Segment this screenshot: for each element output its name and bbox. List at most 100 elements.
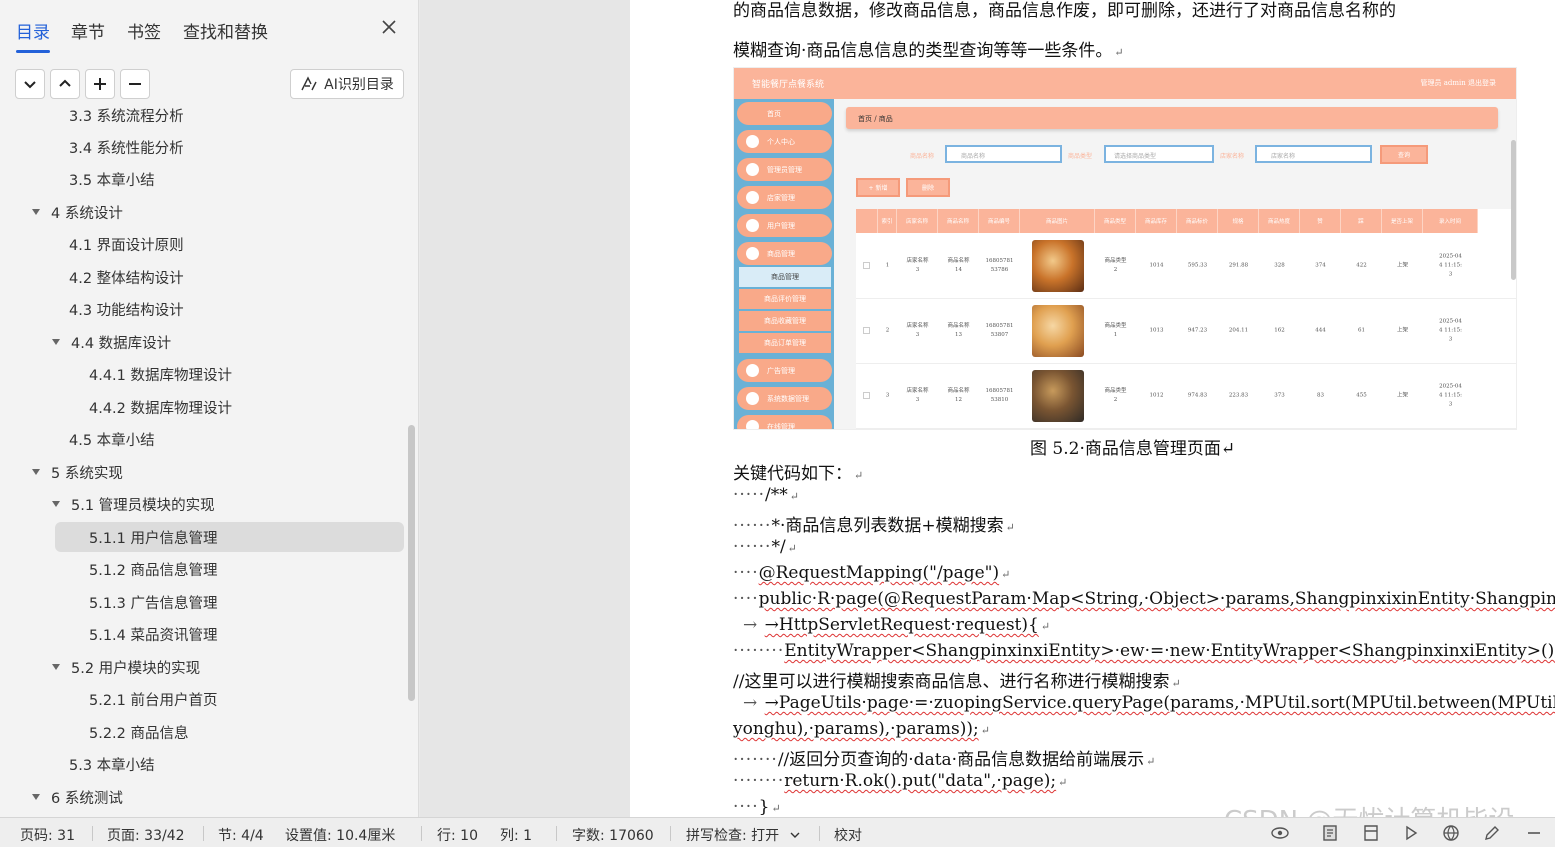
paragraph-mark-icon: ↵ (854, 469, 864, 482)
toc-item[interactable]: 4.2 整体结构设计 (69, 262, 184, 292)
figure-table-cell: 947.23 (1187, 327, 1208, 334)
status-separator (819, 826, 820, 841)
status-separator (92, 826, 93, 841)
layout-icon[interactable] (1361, 823, 1381, 843)
figure-table-cell: 2025-04 4 11:15: 3 (1439, 383, 1462, 408)
status-word-count[interactable]: 字数: 17060 (572, 825, 654, 845)
ai-toc-button[interactable]: AI识别目录 (290, 69, 404, 99)
menu-icon (746, 247, 759, 260)
code-line[interactable]: ········return·R.ok().put("data",·page);… (733, 771, 1067, 791)
toc-item[interactable]: 5.1 管理员模块的实现 (51, 489, 215, 519)
code-line[interactable]: ·······//返回分页查询的·data·商品信息数据给前端展示 ↵ (733, 745, 1155, 770)
paragraph-mark-icon: ↵ (1146, 755, 1156, 768)
expand-arrow-icon[interactable] (51, 662, 61, 672)
figure-column-header: 商品图片 (1020, 209, 1095, 233)
toc-item[interactable]: 4.5 本章小结 (69, 424, 155, 454)
code-text: //这里可以进行模糊搜索商品信息、进行名称进行模糊搜索 (733, 672, 1170, 692)
figure-caption[interactable]: 图 5.2·商品信息管理页面↵ (1030, 434, 1235, 459)
figure-menu-item: 首页 (737, 102, 832, 125)
status-line[interactable]: 行: 10 (437, 825, 478, 845)
figure-table-cell: 商品名称 12 (947, 388, 970, 403)
code-line[interactable]: → →PageUtils·page·=·zuopingService.query… (743, 693, 1555, 713)
menu-icon (746, 392, 759, 405)
paragraph-mark-icon: ↵ (1114, 46, 1124, 59)
code-line[interactable]: ·····/** ↵ (733, 485, 799, 505)
status-spell-check[interactable]: 拼写检查: 打开 (686, 825, 800, 845)
document-page[interactable]: 的商品信息数据，修改商品信息，商品信息作废，即可删除，还进行了对商品信息名称的 … (630, 0, 1555, 817)
code-line[interactable]: //这里可以进行模糊搜索商品信息、进行名称进行模糊搜索 ↵ (733, 667, 1181, 692)
code-line[interactable]: ········EntityWrapper<ShangpinxinxiEntit… (733, 641, 1555, 661)
code-line[interactable]: yonghu),·params),·params)); ↵ (733, 719, 990, 739)
zoom-out-icon[interactable] (1524, 823, 1544, 843)
code-text: return·R.ok().put("data",·page); (784, 771, 1057, 791)
collapse-all-button[interactable] (15, 69, 45, 99)
close-icon[interactable] (378, 16, 400, 38)
tab-find-replace[interactable]: 查找和替换 (183, 18, 268, 43)
play-icon[interactable] (1401, 823, 1421, 843)
toc-item[interactable]: 4.1 界面设计原则 (69, 229, 184, 259)
status-section[interactable]: 节: 4/4 (218, 825, 264, 845)
toc-item[interactable]: 3.4 系统性能分析 (69, 132, 184, 162)
paragraph-mark-icon: ↵ (789, 490, 799, 503)
eye-icon[interactable] (1270, 823, 1290, 843)
expand-arrow-icon[interactable] (31, 792, 41, 802)
toc-item[interactable]: 3.5 本章小结 (69, 164, 155, 194)
expand-arrow-icon[interactable] (31, 207, 41, 217)
toc-item[interactable]: 5.3 本章小结 (69, 749, 155, 779)
expand-arrow-icon[interactable] (31, 467, 41, 477)
expand-arrow-icon[interactable] (51, 337, 61, 347)
add-heading-button[interactable] (85, 69, 115, 99)
toc-item[interactable]: 5.1.3 广告信息管理 (89, 587, 218, 617)
toc-item[interactable]: 5.2 用户模块的实现 (51, 652, 200, 682)
figure-table-cell: 974.83 (1187, 392, 1208, 399)
pen-icon[interactable] (1482, 823, 1502, 843)
figure-table-cell: 1012 (1149, 392, 1164, 399)
code-line[interactable]: ····} ↵ (733, 797, 781, 817)
toc-item[interactable]: 4.4.1 数据库物理设计 (89, 359, 232, 389)
figure-search-label: 店家名称 (1220, 153, 1245, 160)
paragraph-line[interactable]: 模糊查询·商品信息信息的类型查询等等一些条件。 ↵ (733, 36, 1124, 61)
remove-heading-button[interactable] (120, 69, 150, 99)
figure-table-cell: 3 (885, 392, 890, 399)
status-page-number[interactable]: 页码: 31 (20, 825, 75, 845)
status-proofread[interactable]: 校对 (834, 825, 862, 845)
paragraph-line[interactable]: 的商品信息数据，修改商品信息，商品信息作废，即可删除，还进行了对商品信息名称的 (733, 0, 1396, 21)
toc-item[interactable]: 5 系统实现 (31, 457, 123, 487)
globe-icon[interactable] (1441, 823, 1461, 843)
code-line[interactable]: ····public·R·page(@RequestParam·Map<Stri… (733, 589, 1555, 609)
status-column[interactable]: 列: 1 (500, 825, 532, 845)
page-view-icon[interactable] (1320, 823, 1340, 843)
status-pages[interactable]: 页面: 33/42 (107, 825, 185, 845)
toc-item[interactable]: 4.4.2 数据库物理设计 (89, 392, 232, 422)
chevron-down-icon (790, 832, 800, 838)
toc-item[interactable]: 5.2.1 前台用户首页 (89, 684, 218, 714)
toc-item[interactable]: 5.2.2 商品信息 (89, 717, 189, 747)
code-line[interactable]: ······*/↵ (733, 537, 797, 557)
figure-screenshot[interactable]: 智能餐厅点餐系统 管理员 admin 退出登录 首页 个人中心 管理员管理 店家… (733, 67, 1517, 430)
toc-scrollbar[interactable] (408, 425, 415, 701)
figure-menu-item: 广告管理 (737, 359, 832, 382)
tab-bookmarks[interactable]: 书签 (127, 18, 161, 43)
tab-toc[interactable]: 目录 (16, 18, 50, 53)
toc-list[interactable]: 3.3 系统流程分析 3.4 系统性能分析 3.5 本章小结 4 系统设计 4.… (0, 108, 404, 817)
toc-item[interactable]: 5.1.4 菜品资讯管理 (89, 619, 218, 649)
document-canvas[interactable]: 的商品信息数据，修改商品信息，商品信息作废，即可删除，还进行了对商品信息名称的 … (420, 0, 1555, 817)
code-line[interactable]: → →HttpServletRequest·request){↵ (743, 615, 1050, 635)
toc-item[interactable]: 3.3 系统流程分析 (69, 108, 184, 130)
code-line[interactable]: ····@RequestMapping("/page") ↵ (733, 563, 1010, 583)
toc-item[interactable]: 4 系统设计 (31, 197, 123, 227)
code-line[interactable]: ······*·商品信息列表数据+模糊搜索 ↵ (733, 511, 1015, 536)
toc-item[interactable]: 5.1.2 商品信息管理 (89, 554, 218, 584)
expand-all-button[interactable] (50, 69, 80, 99)
toc-item[interactable]: 6 系统测试 (31, 782, 123, 812)
menu-icon (746, 191, 759, 204)
toc-item[interactable]: 4.4 数据库设计 (51, 327, 171, 357)
expand-arrow-icon[interactable] (51, 499, 61, 509)
status-setting[interactable]: 设置值: 10.4厘米 (285, 825, 395, 845)
figure-delete-button: 删除 (906, 178, 950, 197)
toc-item-selected[interactable]: 5.1.1 用户信息管理 (55, 522, 404, 552)
toc-item[interactable]: 4.3 功能结构设计 (69, 294, 184, 324)
code-indent: ········ (733, 771, 785, 791)
tab-chapters[interactable]: 章节 (71, 18, 105, 43)
paragraph-line[interactable]: 关键代码如下： ↵ (733, 459, 863, 484)
